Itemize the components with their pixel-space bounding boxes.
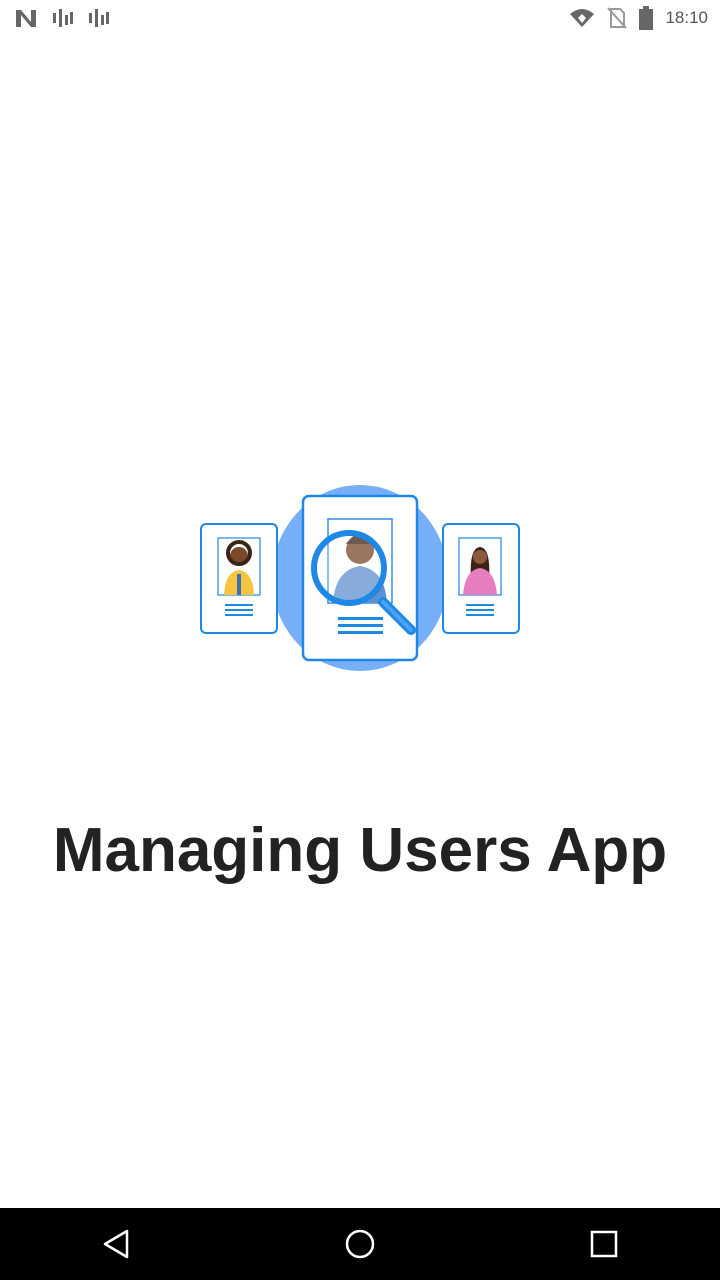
status-left-icons	[14, 7, 110, 29]
app-title: Managing Users App	[52, 816, 668, 885]
no-sim-icon	[607, 7, 628, 29]
back-icon[interactable]	[99, 1226, 135, 1262]
status-right-icons: 18:10	[569, 6, 708, 30]
status-bar: 18:10	[0, 0, 720, 36]
signal-bars-icon	[53, 9, 73, 27]
signal-bars-icon	[89, 9, 109, 27]
status-time: 18:10	[665, 8, 708, 27]
n-logo-icon	[16, 10, 36, 27]
battery-icon	[639, 6, 654, 30]
wifi-icon	[570, 9, 595, 27]
recents-icon[interactable]	[586, 1226, 622, 1262]
navigation-bar	[0, 1208, 720, 1280]
user-profiles-search-illustration	[195, 480, 525, 680]
home-icon[interactable]	[342, 1226, 378, 1262]
